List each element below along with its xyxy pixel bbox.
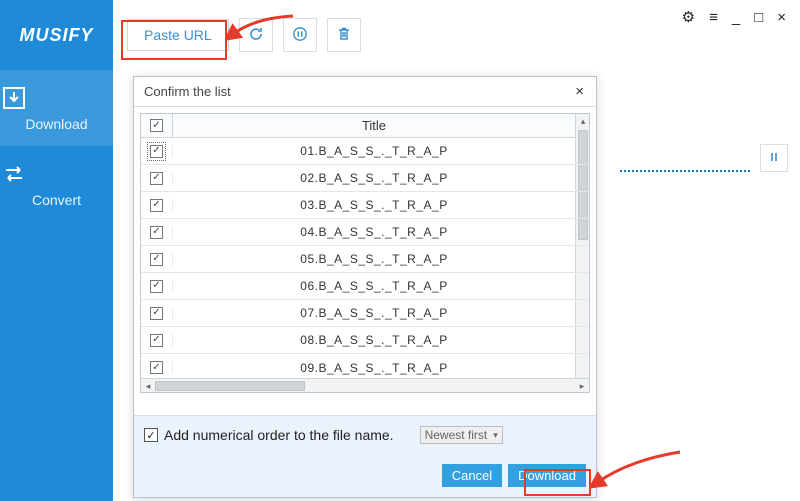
table-row[interactable]: ✓ 08.B_A_S_S_._T_R_A_P: [141, 327, 589, 354]
cancel-button[interactable]: Cancel: [442, 464, 502, 487]
row-checkbox[interactable]: ✓: [150, 199, 163, 212]
select-all-checkbox[interactable]: ✓: [150, 119, 163, 132]
column-title: Title: [173, 114, 589, 137]
scroll-up-icon[interactable]: ▴: [576, 114, 590, 128]
download-icon: [0, 86, 113, 110]
row-checkbox[interactable]: ✓: [150, 334, 163, 347]
track-table: ✓ Title ▴ ▾ ✓ 01.B_A_S_S_._T_R_A_P ✓ 02.…: [140, 113, 590, 393]
horizontal-scrollbar[interactable]: ◂ ▸: [141, 378, 589, 392]
table-wrap: ✓ Title ▴ ▾ ✓ 01.B_A_S_S_._T_R_A_P ✓ 02.…: [134, 107, 596, 415]
refresh-icon: [248, 26, 264, 45]
table-row[interactable]: ✓ 04.B_A_S_S_._T_R_A_P: [141, 219, 589, 246]
download-label: Download: [518, 468, 576, 483]
stop-button[interactable]: [283, 18, 317, 52]
paste-url-label: Paste URL: [144, 27, 212, 43]
close-icon: ×: [575, 83, 584, 100]
pause-icon: [769, 151, 779, 165]
dialog-footer: ✓ Add numerical order to the file name. …: [134, 415, 596, 497]
sort-order-label: Newest first: [425, 428, 488, 442]
table-row[interactable]: ✓ 03.B_A_S_S_._T_R_A_P: [141, 192, 589, 219]
paste-url-button[interactable]: Paste URL: [127, 19, 229, 51]
minimize-icon: _: [732, 9, 740, 26]
row-title: 02.B_A_S_S_._T_R_A_P: [173, 171, 589, 185]
row-title: 07.B_A_S_S_._T_R_A_P: [173, 306, 589, 320]
sidebar-item-label: Convert: [32, 192, 81, 208]
cancel-label: Cancel: [452, 468, 492, 483]
row-checkbox[interactable]: ✓: [150, 145, 163, 158]
settings-button[interactable]: ⚙: [678, 6, 699, 28]
sort-order-select[interactable]: Newest first ▾: [420, 426, 503, 444]
confirm-list-dialog: Confirm the list × ✓ Title ▴ ▾ ✓ 01.: [133, 76, 597, 498]
row-checkbox[interactable]: ✓: [150, 307, 163, 320]
refresh-button[interactable]: [239, 18, 273, 52]
numerical-order-checkbox[interactable]: ✓: [144, 428, 158, 442]
table-row[interactable]: ✓ 01.B_A_S_S_._T_R_A_P: [141, 138, 589, 165]
row-checkbox[interactable]: ✓: [150, 280, 163, 293]
row-title: 01.B_A_S_S_._T_R_A_P: [173, 144, 589, 158]
maximize-icon: □: [754, 9, 763, 26]
table-body: ✓ 01.B_A_S_S_._T_R_A_P ✓ 02.B_A_S_S_._T_…: [141, 138, 589, 378]
scroll-right-icon[interactable]: ▸: [575, 379, 589, 393]
window-controls: ⚙ ≡ _ □ ×: [678, 6, 790, 28]
row-title: 03.B_A_S_S_._T_R_A_P: [173, 198, 589, 212]
scroll-left-icon[interactable]: ◂: [141, 379, 155, 393]
download-progress-dots: [620, 170, 750, 172]
menu-button[interactable]: ≡: [705, 7, 722, 28]
chevron-down-icon: ▾: [493, 430, 498, 441]
convert-icon: [0, 162, 113, 186]
dialog-title: Confirm the list: [144, 84, 231, 99]
pause-download-button[interactable]: [760, 144, 788, 172]
table-header: ✓ Title ▴ ▾: [141, 114, 589, 138]
row-title: 04.B_A_S_S_._T_R_A_P: [173, 225, 589, 239]
maximize-button[interactable]: □: [750, 7, 767, 28]
sidebar: MUSIFY Download Convert: [0, 0, 113, 501]
table-row[interactable]: ✓ 05.B_A_S_S_._T_R_A_P: [141, 246, 589, 273]
row-checkbox[interactable]: ✓: [150, 361, 163, 374]
row-title: 05.B_A_S_S_._T_R_A_P: [173, 252, 589, 266]
header-checkbox-cell[interactable]: ✓: [141, 114, 173, 137]
close-icon: ×: [777, 9, 786, 26]
delete-button[interactable]: [327, 18, 361, 52]
download-button[interactable]: Download: [508, 464, 586, 487]
annotation-arrow-download: [590, 448, 690, 498]
table-row[interactable]: ✓ 07.B_A_S_S_._T_R_A_P: [141, 300, 589, 327]
gear-icon: ⚙: [682, 9, 695, 26]
row-checkbox[interactable]: ✓: [150, 226, 163, 239]
brand-logo: MUSIFY: [0, 0, 113, 70]
table-row[interactable]: ✓ 06.B_A_S_S_._T_R_A_P: [141, 273, 589, 300]
dialog-close-button[interactable]: ×: [571, 83, 588, 100]
scroll-thumb[interactable]: [155, 381, 305, 391]
sidebar-item-download[interactable]: Download: [0, 70, 113, 146]
minimize-button[interactable]: _: [728, 7, 744, 28]
sidebar-item-convert[interactable]: Convert: [0, 146, 113, 222]
menu-icon: ≡: [709, 9, 718, 26]
row-title: 09.B_A_S_S_._T_R_A_P: [173, 361, 589, 375]
row-checkbox[interactable]: ✓: [150, 253, 163, 266]
table-row[interactable]: ✓ 09.B_A_S_S_._T_R_A_P: [141, 354, 589, 378]
close-window-button[interactable]: ×: [773, 7, 790, 28]
dialog-header: Confirm the list ×: [134, 77, 596, 107]
table-row[interactable]: ✓ 02.B_A_S_S_._T_R_A_P: [141, 165, 589, 192]
row-title: 08.B_A_S_S_._T_R_A_P: [173, 333, 589, 347]
pause-circle-icon: [292, 26, 308, 45]
numerical-order-label: Add numerical order to the file name.: [164, 427, 394, 443]
row-checkbox[interactable]: ✓: [150, 172, 163, 185]
trash-icon: [336, 26, 352, 45]
row-title: 06.B_A_S_S_._T_R_A_P: [173, 279, 589, 293]
sidebar-item-label: Download: [25, 116, 87, 132]
